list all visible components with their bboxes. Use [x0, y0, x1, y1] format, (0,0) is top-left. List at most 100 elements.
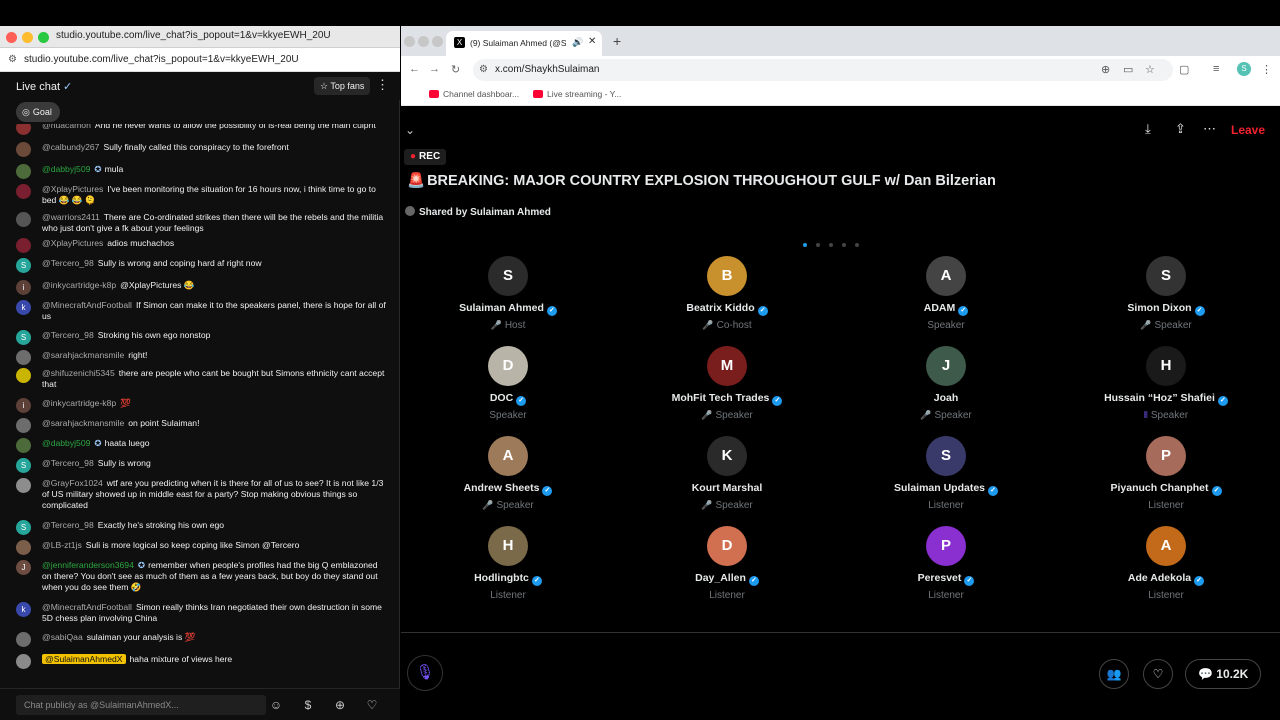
chat-author[interactable]: @Tercero_98 — [42, 330, 94, 340]
chat-avatar[interactable] — [16, 164, 31, 179]
chat-avatar[interactable]: S — [16, 520, 31, 535]
participant-avatar[interactable]: J — [926, 346, 966, 386]
chat-author[interactable]: @GrayFox1024 — [42, 478, 103, 488]
chrome-menu-icon[interactable]: ⋮ — [1261, 63, 1272, 76]
chat-avatar[interactable]: S — [16, 458, 31, 473]
people-icon[interactable]: 👥 — [1099, 659, 1129, 689]
close-window-button[interactable] — [6, 32, 17, 43]
chat-author[interactable]: @inkycartridge-k8p — [42, 398, 116, 408]
participant-avatar[interactable]: H — [488, 526, 528, 566]
reactions-icon[interactable]: ♡ — [1143, 659, 1173, 689]
chat-avatar[interactable] — [16, 350, 31, 365]
cast-icon[interactable]: ▭ — [1123, 63, 1133, 76]
chat-avatar[interactable] — [16, 478, 31, 493]
chat-author[interactable]: @dabbyj509 — [42, 438, 90, 448]
chat-avatar[interactable]: S — [16, 330, 31, 345]
collapse-chevron-icon[interactable]: ⌄ — [405, 123, 415, 137]
chat-avatar[interactable] — [16, 368, 31, 383]
page-dot[interactable] — [842, 243, 846, 247]
heart-icon[interactable]: ♡ — [364, 697, 380, 713]
reload-icon[interactable]: ↻ — [451, 63, 460, 76]
minimize-space-icon[interactable]: ⤓ — [1145, 121, 1151, 137]
bookmark-live-streaming[interactable]: Live streaming - Y... — [533, 89, 621, 99]
chat-avatar[interactable] — [16, 540, 31, 555]
close-window-button-right[interactable] — [404, 36, 415, 47]
chat-author[interactable]: @MinecraftAndFootball — [42, 602, 132, 612]
emoji-icon[interactable]: ☺ — [268, 697, 284, 713]
minimize-window-button-right[interactable] — [418, 36, 429, 47]
zoom-icon[interactable]: ⊕ — [1101, 63, 1110, 76]
chat-author[interactable]: @dabbyj509 — [42, 164, 90, 174]
chat-author[interactable]: @Tercero_98 — [42, 458, 94, 468]
chat-message-list[interactable]: @huacamon And he never wants to allow the… — [0, 124, 400, 684]
chat-author[interactable]: @sarahjackmansmile — [42, 350, 124, 360]
chat-avatar[interactable] — [16, 142, 31, 157]
page-dot[interactable] — [816, 243, 820, 247]
chat-avatar[interactable]: J — [16, 560, 31, 575]
extensions-icon[interactable]: ▢ — [1179, 63, 1189, 76]
page-dot[interactable] — [829, 243, 833, 247]
maximize-window-button-right[interactable] — [432, 36, 443, 47]
page-dot[interactable] — [855, 243, 859, 247]
new-tab-button[interactable]: + — [613, 33, 621, 49]
chat-avatar[interactable] — [16, 632, 31, 647]
chat-author[interactable]: @shifuzenichi5345 — [42, 368, 115, 378]
tab-x-sulaiman[interactable]: X (9) Sulaiman Ahmed (@Sl 🔊 ✕ — [446, 31, 602, 56]
chat-author[interactable]: @jenniferanderson3694 — [42, 560, 134, 570]
participant-avatar[interactable]: B — [707, 256, 747, 296]
share-icon[interactable]: ⇪ — [1175, 121, 1186, 137]
microphone-button[interactable]: 🎙 — [407, 655, 443, 691]
maximize-window-button[interactable] — [38, 32, 49, 43]
chat-input[interactable] — [16, 695, 266, 715]
chat-avatar[interactable]: i — [16, 280, 31, 295]
chat-author[interactable]: @calbundy267 — [42, 142, 99, 152]
left-url-text[interactable]: studio.youtube.com/live_chat?is_popout=1… — [24, 54, 299, 65]
participant-avatar[interactable]: S — [926, 436, 966, 476]
profile-avatar[interactable]: S — [1237, 62, 1251, 76]
chat-author[interactable]: @sabiQaa — [42, 632, 83, 642]
participant-avatar[interactable]: K — [707, 436, 747, 476]
site-settings-icon-right[interactable]: ⚙ — [479, 64, 488, 75]
chat-author[interactable]: @LB-zt1js — [42, 540, 82, 550]
chat-avatar[interactable]: k — [16, 300, 31, 315]
chat-author[interactable]: @huacamon — [42, 124, 91, 130]
chat-avatar[interactable] — [16, 184, 31, 199]
chat-author[interactable]: @inkycartridge-k8p — [42, 280, 116, 290]
left-url-bar[interactable]: ⚙ studio.youtube.com/live_chat?is_popout… — [0, 48, 400, 72]
back-icon[interactable]: ← — [409, 63, 420, 75]
participant-avatar[interactable]: P — [1146, 436, 1186, 476]
chat-avatar[interactable] — [16, 212, 31, 227]
chat-author[interactable]: @sarahjackmansmile — [42, 418, 124, 428]
participant-avatar[interactable]: H — [1146, 346, 1186, 386]
comments-button[interactable]: 💬 10.2K — [1185, 659, 1262, 689]
bookmark-star-icon[interactable]: ☆ — [1145, 63, 1155, 76]
reading-list-icon[interactable]: ≡ — [1213, 63, 1219, 75]
leave-button[interactable]: Leave — [1231, 123, 1265, 137]
chat-author[interactable]: @warriors2411 — [42, 212, 100, 222]
forward-icon[interactable]: → — [429, 63, 440, 75]
site-settings-icon[interactable]: ⚙ — [8, 54, 17, 65]
participant-avatar[interactable]: A — [1146, 526, 1186, 566]
participant-avatar[interactable]: D — [707, 526, 747, 566]
minimize-window-button[interactable] — [22, 32, 33, 43]
chat-author[interactable]: @SulaimanAhmedX — [42, 654, 126, 664]
top-fans-dropdown[interactable]: ☆ Top fans — [314, 77, 371, 95]
address-bar[interactable]: ⚙ x.com/ShaykhSulaiman — [473, 59, 1173, 81]
super-chat-icon[interactable]: $ — [300, 697, 316, 713]
close-tab-icon[interactable]: ✕ — [588, 36, 596, 47]
chat-author[interactable]: @MinecraftAndFootball — [42, 300, 132, 310]
participant-avatar[interactable]: A — [926, 256, 966, 296]
chat-avatar[interactable] — [16, 418, 31, 433]
chat-author[interactable]: @XplayPictures — [42, 238, 103, 248]
address-url[interactable]: x.com/ShaykhSulaiman — [495, 64, 600, 75]
more-options-icon[interactable]: ⋮ — [376, 77, 389, 93]
chat-avatar[interactable]: S — [16, 258, 31, 273]
participant-avatar[interactable]: M — [707, 346, 747, 386]
participant-avatar[interactable]: D — [488, 346, 528, 386]
participants-pager[interactable] — [803, 234, 868, 252]
chat-author[interactable]: @XplayPictures — [42, 184, 103, 194]
chat-author[interactable]: @Tercero_98 — [42, 258, 94, 268]
goal-chip[interactable]: ◎ Goal — [16, 102, 60, 122]
chat-avatar[interactable] — [16, 124, 31, 135]
chat-avatar[interactable] — [16, 238, 31, 253]
